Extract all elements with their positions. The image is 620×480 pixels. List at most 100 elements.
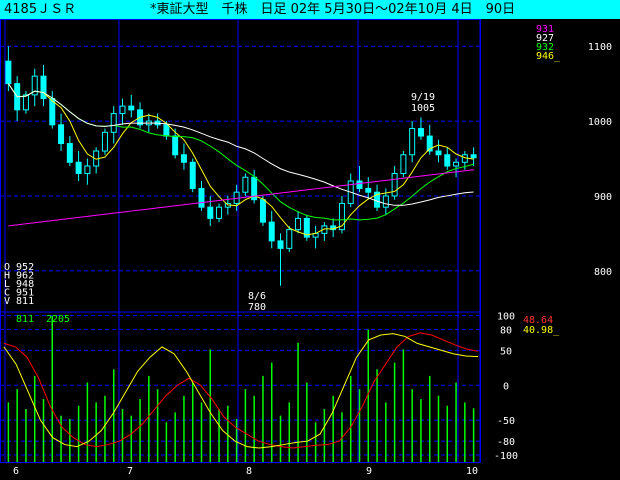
month-label: 8 (246, 466, 252, 477)
osc-tick-label: 100 (497, 311, 515, 322)
candle-body (277, 240, 284, 249)
volume-bar (402, 349, 405, 462)
volume-bar (385, 402, 387, 462)
ma-long-line (7, 83, 474, 206)
candle-body (75, 161, 82, 174)
price-tick-label: 800 (594, 267, 612, 278)
volume-bar (121, 409, 124, 462)
ma-value: 946_ (536, 51, 561, 62)
osc-tick-label: 50 (500, 346, 512, 357)
volume-bar (156, 389, 159, 462)
volume-bar (472, 408, 475, 462)
candle-body (382, 195, 389, 208)
candle-body (444, 154, 451, 167)
candle-body (119, 105, 126, 115)
volume-bar (297, 342, 299, 462)
volume-bar (218, 409, 220, 462)
osc-tick-label: -80 (497, 437, 515, 448)
candle-body (365, 187, 372, 193)
volume-bar (428, 375, 431, 462)
low-value-label: 780 (248, 302, 266, 313)
osc-tick-label: 80 (500, 325, 512, 336)
candle-body (163, 124, 170, 137)
month-label: 7 (127, 466, 133, 477)
volume-bar (60, 415, 62, 462)
osc-tick-label: 0 (503, 381, 509, 392)
candle-body (417, 128, 424, 137)
volume-bar (139, 399, 141, 462)
volume-bar (253, 395, 255, 462)
candle-body (259, 199, 266, 223)
candle-body (110, 113, 117, 133)
volume-bar (51, 316, 54, 462)
candle-body (198, 187, 205, 208)
osc-tick-label: -100 (494, 451, 518, 462)
volume-bar (358, 389, 361, 462)
volume-bar (95, 402, 97, 462)
volume-bar (349, 375, 352, 462)
candle-body (216, 206, 223, 219)
volume-bar (262, 375, 264, 462)
volume-bar (25, 409, 27, 462)
volume-bar (86, 382, 89, 462)
volume-bar (200, 402, 203, 462)
volume-bar (437, 395, 440, 462)
volume-bar (77, 405, 80, 462)
candle-body (242, 176, 249, 193)
volume-bar (323, 409, 326, 462)
volume-bar (42, 399, 45, 462)
candle-body (470, 154, 477, 159)
month-label: 10 (466, 466, 478, 477)
volume-bar (393, 362, 396, 462)
candle-body (207, 206, 214, 219)
candle-body (268, 221, 275, 242)
candle-body (101, 131, 108, 152)
candle-body (128, 105, 135, 111)
volume-bar (104, 395, 106, 462)
volume-bar (7, 402, 10, 462)
title-bar: 4185ＪＳＲ *東証大型 千株 日足 02年 5月30日～02年10月 4日 … (0, 0, 620, 19)
volume-bar (314, 422, 317, 462)
ohlcv-line: V 811 (4, 296, 34, 307)
candle-body (66, 143, 73, 163)
volume-bar (464, 402, 466, 462)
price-tick-label: 1000 (588, 117, 612, 128)
high-date-label: 9/19 (411, 92, 435, 103)
candle-body (84, 165, 91, 174)
low-date-label: 8/6 (248, 291, 266, 302)
volume-bar (16, 389, 18, 462)
volume-bar (376, 369, 378, 462)
volume-bar (306, 382, 308, 462)
volume-bar (446, 405, 449, 462)
candle-body (286, 229, 293, 249)
volume-bar (69, 418, 71, 462)
candle-body (295, 217, 302, 231)
volume-bar (332, 395, 334, 462)
volume-bar (420, 399, 422, 462)
volume-bar (130, 415, 133, 462)
candle-body (5, 60, 12, 85)
volume-bar (191, 382, 194, 462)
volume-label: 811 (16, 314, 34, 325)
volume-bar (288, 402, 291, 462)
volume-bar (148, 375, 150, 462)
volume-bar (235, 418, 238, 462)
price-tick-label: 1100 (588, 42, 612, 53)
volume-bar (183, 395, 185, 462)
candle-body (356, 180, 363, 189)
volume-bar (112, 369, 115, 462)
candle-body (400, 154, 407, 174)
chart-window: 6 7 8 9 10 800 900 1000 1100 100 80 50 0 -50 -80 -100 9/… (0, 0, 620, 480)
osc-tick-label: -50 (497, 416, 515, 427)
plot-frame (0, 19, 481, 463)
volume-bar (411, 389, 413, 462)
candle-body (172, 135, 179, 156)
volume-label: 2205 (46, 314, 70, 325)
volume-bar (279, 415, 282, 462)
price-tick-label: 900 (594, 192, 612, 203)
stock-code: 4185ＪＳＲ (4, 2, 77, 17)
candle-body (189, 161, 196, 189)
volume-bar (174, 412, 176, 462)
candle-body (22, 94, 29, 111)
candle-body (453, 161, 460, 167)
